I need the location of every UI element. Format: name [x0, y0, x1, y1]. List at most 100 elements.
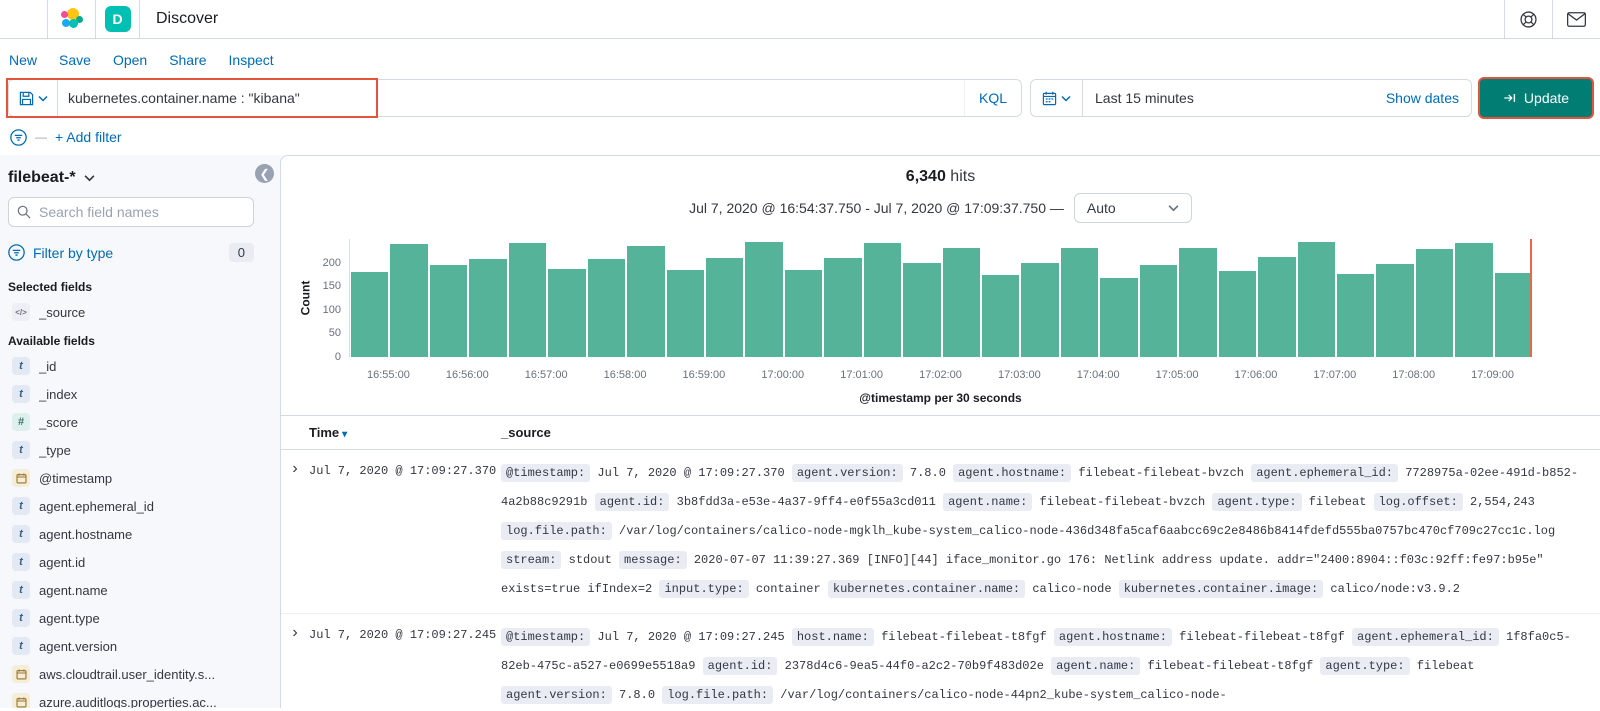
histogram-bar[interactable] [587, 259, 626, 357]
histogram-bar[interactable] [1258, 256, 1296, 357]
table-body: › Jul 7, 2020 @ 17:09:27.370 @timestamp: J… [281, 450, 1600, 708]
table-header: Time ▾ _source [281, 415, 1600, 450]
show-dates-link[interactable]: Show dates [1374, 80, 1471, 116]
x-axis-tick-label: 16:58:00 [603, 369, 647, 381]
histogram-bar[interactable] [351, 271, 389, 357]
histogram-bar[interactable] [1376, 264, 1414, 357]
saved-query-menu-button[interactable] [9, 80, 58, 116]
nav-link-share[interactable]: Share [169, 52, 206, 68]
filter-bar: — + Add filter [0, 119, 1600, 155]
chevron-left-icon: ❮ [259, 166, 270, 181]
histogram-bar[interactable] [1060, 247, 1099, 357]
field-item-agent.type[interactable]: t agent.type [8, 604, 254, 632]
histogram-bar[interactable] [1218, 270, 1257, 357]
nav-link-open[interactable]: Open [113, 52, 147, 68]
top-header-bar: D Discover [0, 0, 1600, 39]
histogram-bar[interactable] [863, 242, 902, 357]
date-type-icon [12, 665, 30, 683]
histogram-bar[interactable] [469, 259, 507, 357]
field-key: agent.id: [702, 657, 778, 675]
time-range-value[interactable]: Last 15 minutes [1083, 80, 1374, 116]
histogram-bar[interactable] [666, 269, 704, 357]
histogram-bar[interactable] [824, 257, 862, 357]
field-item-_type[interactable]: t _type [8, 436, 254, 464]
field-item-@timestamp[interactable]: @timestamp [8, 464, 254, 492]
histogram-bar[interactable] [627, 246, 665, 357]
histogram-bar[interactable] [705, 257, 744, 357]
field-item-agent.id[interactable]: t agent.id [8, 548, 254, 576]
histogram-bar[interactable] [1494, 273, 1533, 357]
expand-row-toggle[interactable]: › [281, 459, 309, 604]
string-type-icon: t [12, 525, 30, 543]
histogram-bar[interactable] [784, 270, 823, 357]
histogram-bar[interactable] [942, 247, 980, 357]
interval-select[interactable]: Auto [1073, 193, 1192, 223]
field-item-agent.hostname[interactable]: t agent.hostname [8, 520, 254, 548]
discover-app-badge[interactable]: D [104, 6, 131, 32]
date-picker-button[interactable] [1031, 80, 1083, 116]
field-name: aws.cloudtrail.user_identity.s... [39, 666, 216, 682]
field-name: agent.name [39, 582, 108, 598]
elastic-logo-button[interactable] [48, 0, 96, 38]
field-item-_id[interactable]: t _id [8, 352, 254, 380]
field-item-_index[interactable]: t _index [8, 380, 254, 408]
filter-icon [8, 244, 25, 261]
date-picker-group: Last 15 minutes Show dates [1030, 79, 1472, 117]
help-button[interactable] [1504, 0, 1552, 38]
newsfeed-button[interactable] [1552, 0, 1600, 38]
menu-button[interactable] [0, 0, 48, 38]
field-item-agent.name[interactable]: t agent.name [8, 576, 254, 604]
field-item-_source[interactable]: </> _source [8, 298, 254, 326]
string-type-icon: t [12, 441, 30, 459]
index-pattern-selector[interactable]: filebeat-* [8, 163, 254, 197]
field-value: filebeat-filebeat-bvzch [1078, 466, 1244, 480]
expand-row-toggle[interactable]: › [281, 623, 309, 708]
histogram-bar[interactable] [1455, 242, 1493, 357]
field-item-agent.version[interactable]: t agent.version [8, 632, 254, 660]
field-search-input[interactable] [8, 197, 254, 227]
collapse-sidebar-button[interactable]: ❮ [255, 164, 274, 183]
histogram-bar[interactable] [1100, 277, 1138, 357]
field-key: message: [619, 551, 687, 569]
histogram-bar[interactable] [429, 265, 468, 357]
add-filter-link[interactable]: + Add filter [55, 129, 122, 145]
query-language-button[interactable]: KQL [963, 80, 1021, 116]
field-item-agent.ephemeral_id[interactable]: t agent.ephemeral_id [8, 492, 254, 520]
histogram-bar[interactable] [1297, 242, 1335, 357]
field-key: kubernetes.container.name: [827, 580, 1026, 598]
histogram-bar[interactable] [982, 275, 1020, 357]
filter-icon[interactable] [10, 128, 27, 146]
field-item-azure.auditlogs.properties.ac...[interactable]: azure.auditlogs.properties.ac... [8, 688, 254, 708]
histogram-bar[interactable] [1179, 247, 1217, 357]
nav-link-new[interactable]: New [9, 52, 37, 68]
field-value: 7.8.0 [909, 466, 946, 480]
histogram-bar[interactable] [508, 242, 547, 357]
filter-by-type-button[interactable]: Filter by type 0 [8, 239, 254, 272]
date-type-icon [12, 693, 30, 708]
histogram-bar[interactable] [390, 243, 428, 357]
histogram-bar[interactable] [1021, 262, 1059, 357]
histogram-bar[interactable] [903, 262, 941, 357]
chevron-down-icon [84, 175, 95, 182]
field-name: agent.hostname [39, 526, 133, 542]
update-button[interactable]: Update [1480, 79, 1592, 117]
histogram-bar[interactable] [1336, 273, 1375, 357]
nav-link-save[interactable]: Save [59, 52, 91, 68]
field-item-_score[interactable]: # _score [8, 408, 254, 436]
histogram-bar[interactable] [1139, 264, 1178, 357]
x-axis-tick-label: 16:55:00 [367, 369, 410, 381]
query-input[interactable]: kubernetes.container.name : "kibana" [58, 80, 964, 116]
time-column-header[interactable]: Time ▾ [309, 425, 501, 440]
field-value: calico-node [1032, 582, 1112, 596]
string-type-icon: t [12, 497, 30, 515]
x-axis-tick-label: 17:05:00 [1155, 369, 1199, 381]
field-name: _source [39, 304, 86, 320]
histogram-bar[interactable] [1415, 249, 1454, 357]
field-item-aws.cloudtrail.user_identity.s...[interactable]: aws.cloudtrail.user_identity.s... [8, 660, 254, 688]
histogram-bar[interactable] [745, 242, 783, 357]
y-axis-title: Count [298, 280, 312, 316]
histogram-bar[interactable] [548, 269, 586, 357]
index-pattern-label: filebeat-* [8, 169, 76, 186]
y-axis-tick-label: 150 [322, 280, 341, 293]
nav-link-inspect[interactable]: Inspect [229, 52, 274, 68]
